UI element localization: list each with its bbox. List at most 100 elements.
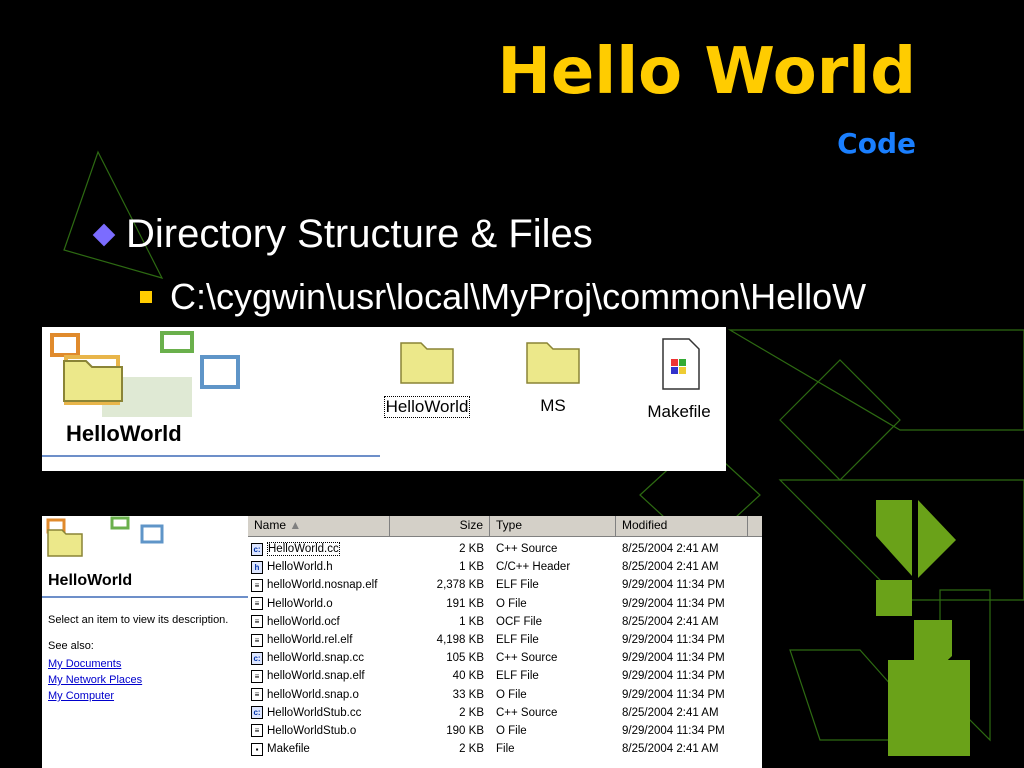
- cpp-file-icon: c:: [251, 706, 263, 720]
- table-row[interactable]: ≡ HelloWorldStub.o 190 KB O File 9/29/2004 1…: [248, 722, 762, 740]
- folder-item-ms[interactable]: MS: [503, 337, 603, 416]
- table-row[interactable]: ≡ helloWorld.nosnap.elf 2,378 KB ELF File 9/…: [248, 576, 762, 594]
- document-file-icon: ≡: [251, 669, 263, 683]
- table-row[interactable]: ≡ helloWorld.snap.elf 40 KB ELF File 9/29/20…: [248, 667, 762, 685]
- file-name-cell: ≡ helloWorld.rel.elf: [248, 633, 390, 647]
- file-name: Makefile: [267, 743, 310, 756]
- file-modified: 8/25/2004 2:41 AM: [622, 561, 719, 574]
- table-row[interactable]: ≡ helloWorld.ocf 1 KB OCF File 8/25/2004 2:4…: [248, 613, 762, 631]
- file-name: HelloWorld.o: [267, 597, 333, 610]
- file-item-makefile[interactable]: Makefile: [629, 337, 726, 422]
- cpp-file-icon: c:: [251, 542, 263, 556]
- large-icon-view-screenshot: HelloWorld HelloWorld MS Makefile: [42, 327, 726, 471]
- diamond-bullet-icon: [92, 223, 116, 246]
- file-modified: 9/29/2004 11:34 PM: [622, 724, 725, 737]
- file-type: ELF File: [496, 670, 539, 683]
- file-name: helloWorld.nosnap.elf: [267, 579, 378, 592]
- document-file-icon: ≡: [251, 688, 263, 702]
- file-size: 2,378 KB: [436, 579, 484, 592]
- file-modified: 9/29/2004 11:34 PM: [622, 579, 725, 592]
- web-view-pane: HelloWorld Select an item to view its de…: [42, 516, 248, 768]
- file-type: O File: [496, 724, 527, 737]
- file-type: C++ Source: [496, 652, 558, 665]
- details-view-screenshot: HelloWorld Select an item to view its de…: [42, 516, 762, 768]
- file-type: ELF File: [496, 634, 539, 647]
- file-size: 1 KB: [459, 615, 484, 628]
- file-modified: 8/25/2004 2:41 AM: [622, 706, 719, 719]
- table-row[interactable]: c: HelloWorld.cc 2 KB C++ Source 8/25/2004 2…: [248, 540, 762, 558]
- sort-ascending-icon: ▲: [289, 518, 302, 532]
- link-my-documents[interactable]: My Documents: [48, 658, 142, 670]
- item-label: Makefile: [647, 402, 711, 421]
- file-size: 105 KB: [446, 652, 484, 665]
- item-label: HelloWorld: [383, 396, 471, 418]
- file-type: C++ Source: [496, 543, 558, 556]
- file-name: HelloWorld.cc: [267, 542, 340, 557]
- folder-icon: [400, 342, 454, 384]
- bullet-text: Directory Structure & Files: [126, 212, 593, 256]
- file-modified: 9/29/2004 11:34 PM: [622, 634, 725, 647]
- column-header-name[interactable]: Name ▲: [248, 516, 390, 536]
- makefile-icon: ▪: [251, 742, 263, 756]
- document-file-icon: ≡: [251, 578, 263, 592]
- file-modified: 8/25/2004 2:41 AM: [622, 543, 719, 556]
- file-name-cell: ≡ helloWorld.nosnap.elf: [248, 578, 390, 592]
- file-name-cell: ≡ helloWorld.snap.elf: [248, 669, 390, 683]
- table-row[interactable]: ▪ Makefile 2 KB File 8/25/2004 2:41 AM: [248, 740, 762, 758]
- folder-icon: [526, 342, 580, 384]
- file-size: 2 KB: [459, 743, 484, 756]
- file-list: Name ▲ Size Type Modified c: HelloWorld.c…: [248, 516, 762, 768]
- table-row[interactable]: c: HelloWorldStub.cc 2 KB C++ Source 8/25/20…: [248, 704, 762, 722]
- file-type: File: [496, 743, 515, 756]
- file-size: 191 KB: [446, 597, 484, 610]
- file-size: 40 KB: [452, 670, 484, 683]
- divider: [42, 596, 248, 598]
- description-text: Select an item to view its description.: [48, 614, 229, 626]
- file-modified: 9/29/2004 11:34 PM: [622, 670, 725, 683]
- windows-file-icon: [662, 338, 700, 390]
- file-name-cell: ▪ Makefile: [248, 742, 390, 756]
- folder-title: HelloWorld: [66, 421, 182, 446]
- file-modified: 9/29/2004 11:34 PM: [622, 597, 725, 610]
- link-my-network-places[interactable]: My Network Places: [48, 674, 142, 686]
- file-modified: 8/25/2004 2:41 AM: [622, 615, 719, 628]
- file-name-cell: c: HelloWorldStub.cc: [248, 706, 390, 720]
- table-row[interactable]: ≡ helloWorld.snap.o 33 KB O File 9/29/2004 1…: [248, 686, 762, 704]
- green-figure: [876, 500, 970, 756]
- file-name: helloWorld.rel.elf: [267, 634, 353, 647]
- file-type: O File: [496, 688, 527, 701]
- file-size: 2 KB: [459, 706, 484, 719]
- bullet-path-text: C:\cygwin\usr\local\MyProj\common\HelloW: [170, 276, 867, 317]
- folder-banner-art: [46, 516, 164, 557]
- bullet-level-1: Directory Structure & Files: [88, 212, 593, 257]
- table-row[interactable]: c: helloWorld.snap.cc 105 KB C++ Source 9/29…: [248, 649, 762, 667]
- folder-title: HelloWorld: [48, 572, 133, 589]
- document-file-icon: ≡: [251, 633, 263, 647]
- file-modified: 9/29/2004 11:34 PM: [622, 688, 725, 701]
- file-name: HelloWorldStub.o: [267, 724, 357, 737]
- see-also-links: My Documents My Network Places My Comput…: [48, 658, 142, 706]
- bullet-level-2: C:\cygwin\usr\local\MyProj\common\HelloW: [140, 276, 866, 318]
- file-type: OCF File: [496, 615, 542, 628]
- table-row[interactable]: ≡ HelloWorld.o 191 KB O File 9/29/2004 11:34…: [248, 595, 762, 613]
- file-name-cell: ≡ helloWorld.snap.o: [248, 688, 390, 702]
- file-rows: c: HelloWorld.cc 2 KB C++ Source 8/25/2004 2…: [248, 537, 762, 758]
- file-name-cell: ≡ HelloWorldStub.o: [248, 724, 390, 738]
- link-my-computer[interactable]: My Computer: [48, 690, 142, 702]
- item-label: MS: [540, 396, 566, 415]
- folder-item-helloworld[interactable]: HelloWorld: [377, 337, 477, 418]
- column-header-modified[interactable]: Modified: [616, 516, 748, 536]
- table-row[interactable]: ≡ helloWorld.rel.elf 4,198 KB ELF File 9/29/…: [248, 631, 762, 649]
- file-name: helloWorld.snap.o: [267, 688, 359, 701]
- file-size: 4,198 KB: [436, 634, 484, 647]
- slide-title: Hello World: [497, 35, 916, 109]
- document-file-icon: ≡: [251, 597, 263, 611]
- column-header-type[interactable]: Type: [490, 516, 616, 536]
- file-type: C/C++ Header: [496, 561, 571, 574]
- file-name: helloWorld.snap.cc: [267, 652, 364, 665]
- file-modified: 8/25/2004 2:41 AM: [622, 743, 719, 756]
- file-name-cell: c: helloWorld.snap.cc: [248, 651, 390, 665]
- column-header-size[interactable]: Size: [390, 516, 490, 536]
- file-size: 2 KB: [459, 543, 484, 556]
- table-row[interactable]: h HelloWorld.h 1 KB C/C++ Header 8/25/2004 2…: [248, 558, 762, 576]
